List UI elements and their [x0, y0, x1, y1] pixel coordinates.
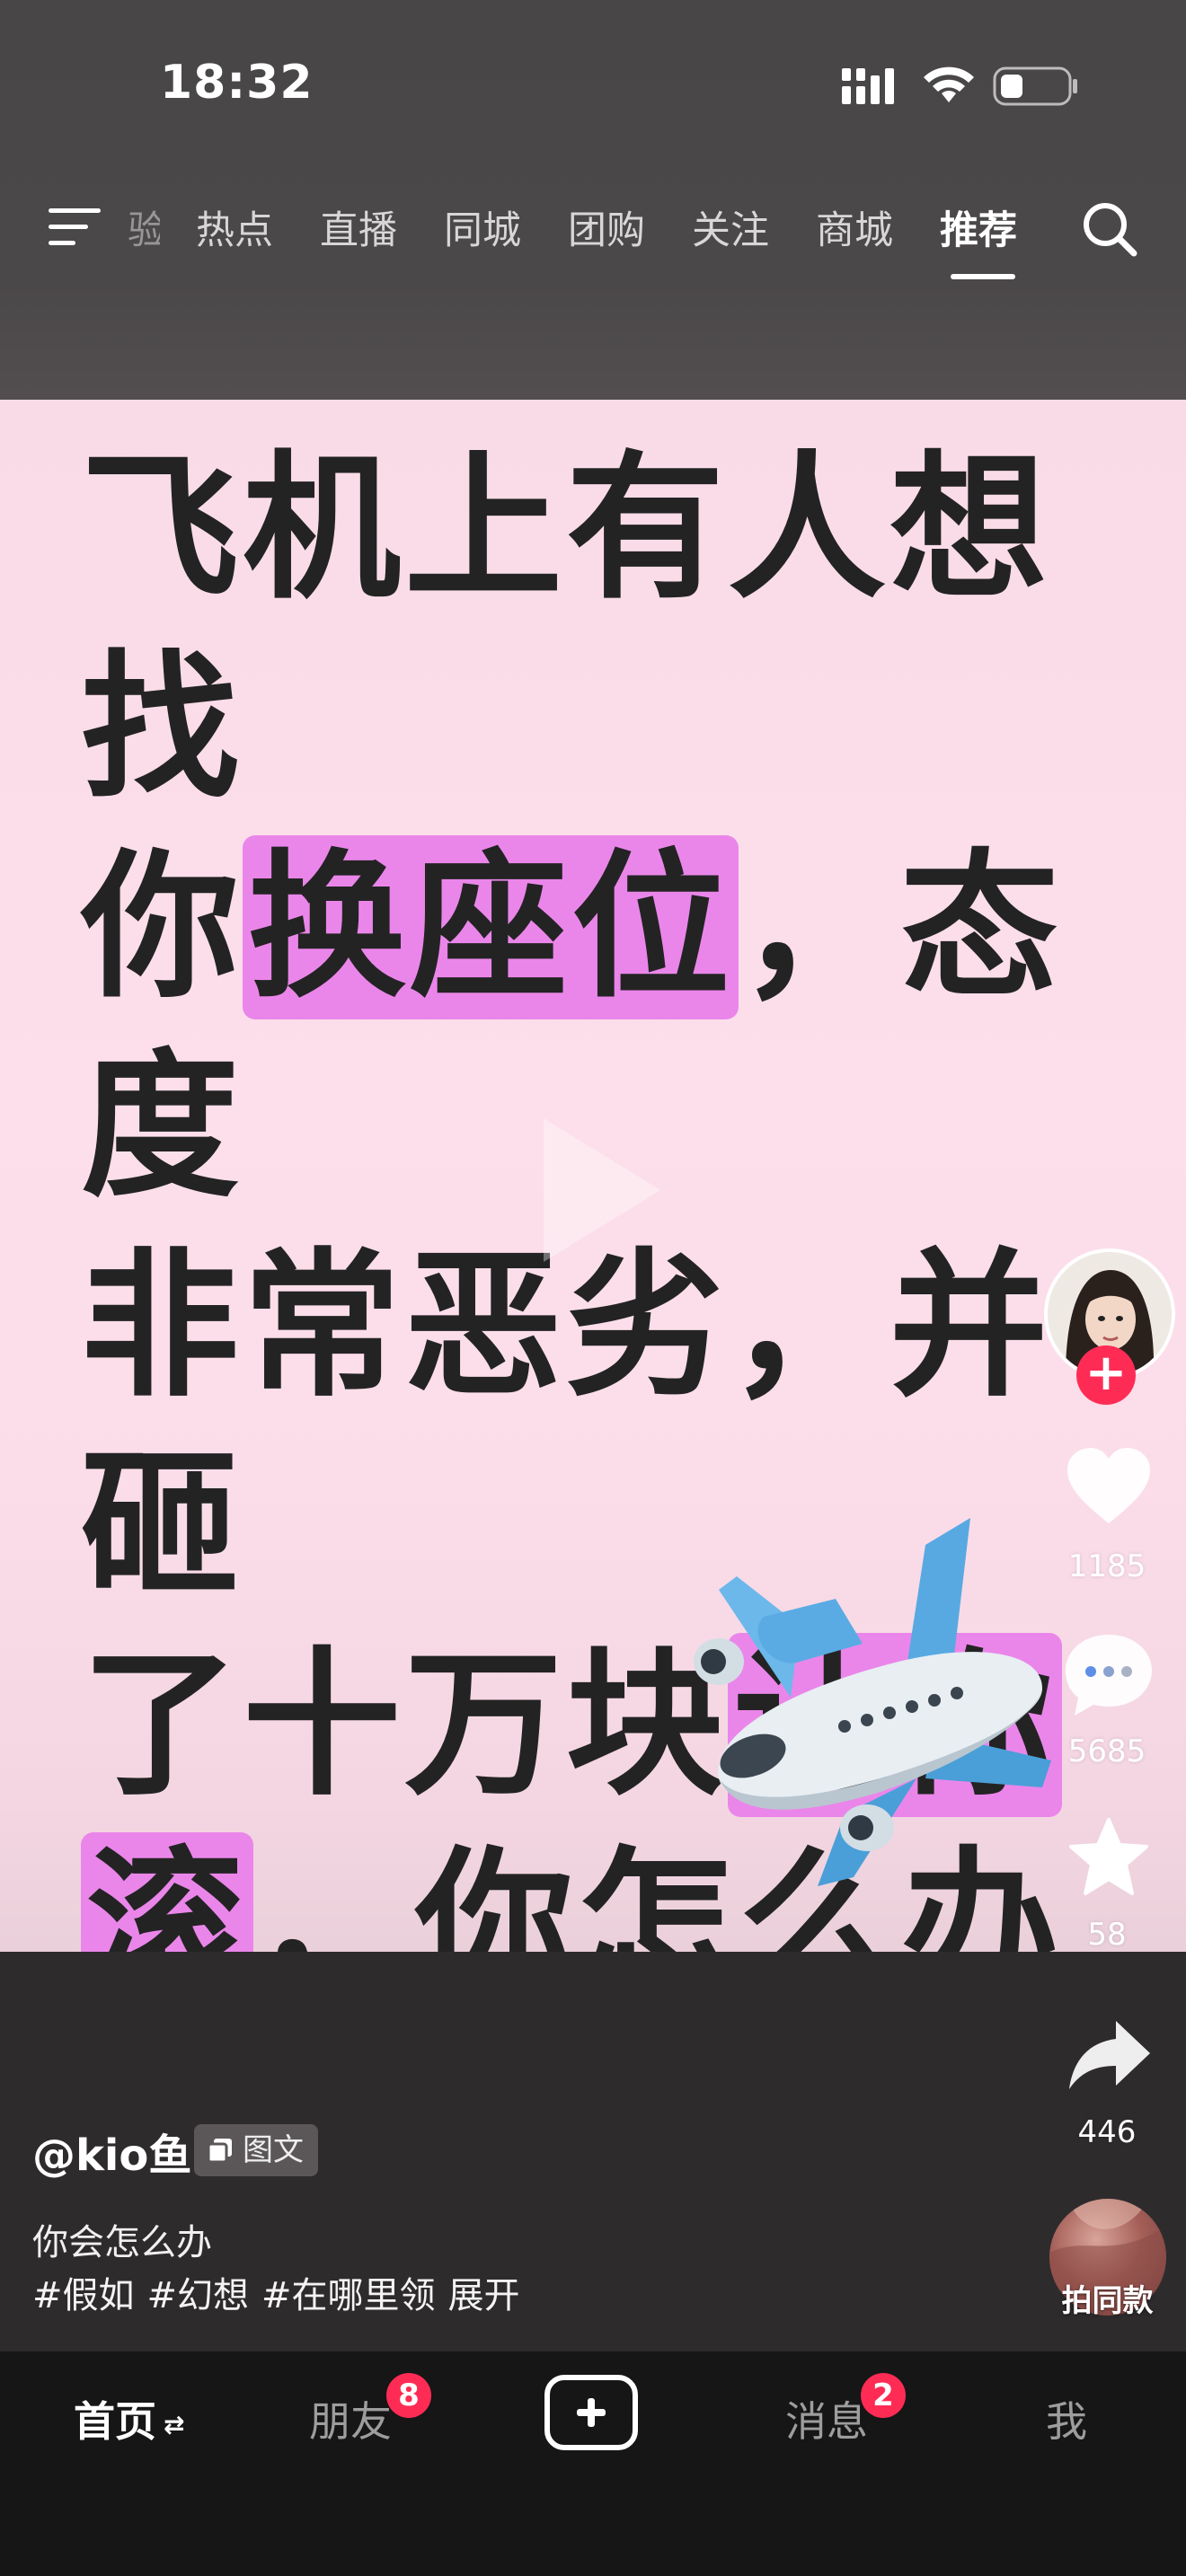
headline-highlight: 换座位	[243, 835, 739, 1019]
airplane-icon	[694, 1518, 1051, 1886]
create-post-button[interactable]	[544, 2375, 638, 2450]
gallery-icon	[207, 2139, 232, 2164]
friends-badge: 8	[386, 2373, 431, 2418]
hashtag-link[interactable]: #在哪里领	[261, 2275, 436, 2316]
comment-icon[interactable]	[1062, 1631, 1155, 1717]
share-count: 446	[1077, 2114, 1137, 2150]
play-icon[interactable]	[517, 1100, 678, 1280]
menu-icon[interactable]	[47, 205, 102, 250]
headline-text: 你	[81, 835, 243, 1019]
nav-messages[interactable]: 消息	[785, 2389, 868, 2448]
favorite-count: 58	[1087, 1917, 1127, 1953]
tab-live[interactable]: 直播	[320, 199, 397, 255]
headline-text: 了十万块	[81, 1633, 729, 1817]
same-style-button[interactable]: 拍同款	[1042, 2276, 1173, 2320]
headline-text: 飞机上有人想找	[81, 437, 1052, 820]
post-type-label: 图文	[243, 2132, 304, 2168]
hashtag-link[interactable]: #幻想	[147, 2275, 250, 2316]
post-caption: 你会怎么办	[32, 2222, 212, 2263]
share-arrow-icon[interactable]	[1066, 2017, 1152, 2093]
messages-badge: 2	[861, 2373, 906, 2418]
headline-line: 飞机上有人想找	[81, 429, 1114, 828]
battery-icon	[993, 66, 1077, 106]
hashtag-row: #假如 #幻想 #在哪里领 展开	[32, 2266, 533, 2318]
tab-hot[interactable]: 热点	[196, 199, 273, 255]
follow-button[interactable]: +	[1076, 1345, 1136, 1405]
tab-recommend[interactable]: 推荐	[940, 199, 1017, 255]
active-tab-indicator	[951, 274, 1015, 279]
wifi-icon	[924, 66, 974, 102]
tab-mall[interactable]: 商城	[816, 199, 893, 255]
tab-following[interactable]: 关注	[692, 199, 769, 255]
like-heart-icon[interactable]	[1064, 1446, 1154, 1527]
author-name[interactable]: @kio鱼	[32, 2120, 191, 2183]
expand-link[interactable]: 展开	[448, 2275, 520, 2316]
tab-group-buy[interactable]: 团购	[568, 199, 645, 255]
nav-friends[interactable]: 朋友	[309, 2389, 392, 2448]
like-count: 1185	[1067, 1548, 1146, 1584]
post-type-badge: 图文	[194, 2124, 318, 2176]
status-time: 18:32	[160, 56, 314, 110]
plus-icon	[577, 2398, 606, 2427]
hashtag-link[interactable]: #假如	[32, 2275, 135, 2316]
tab-partial[interactable]: 验	[128, 199, 160, 255]
comment-count: 5685	[1067, 1734, 1146, 1769]
favorite-star-icon[interactable]	[1066, 1816, 1152, 1899]
nav-home-label: 首页	[74, 2397, 156, 2446]
refresh-swap-icon: ⇄	[164, 2410, 185, 2439]
tab-local[interactable]: 同城	[444, 199, 521, 255]
cellular-signal-icon	[842, 68, 894, 104]
nav-me[interactable]: 我	[1046, 2389, 1087, 2448]
nav-home[interactable]: 首页 ⇄	[74, 2389, 184, 2448]
search-icon[interactable]	[1078, 198, 1141, 260]
